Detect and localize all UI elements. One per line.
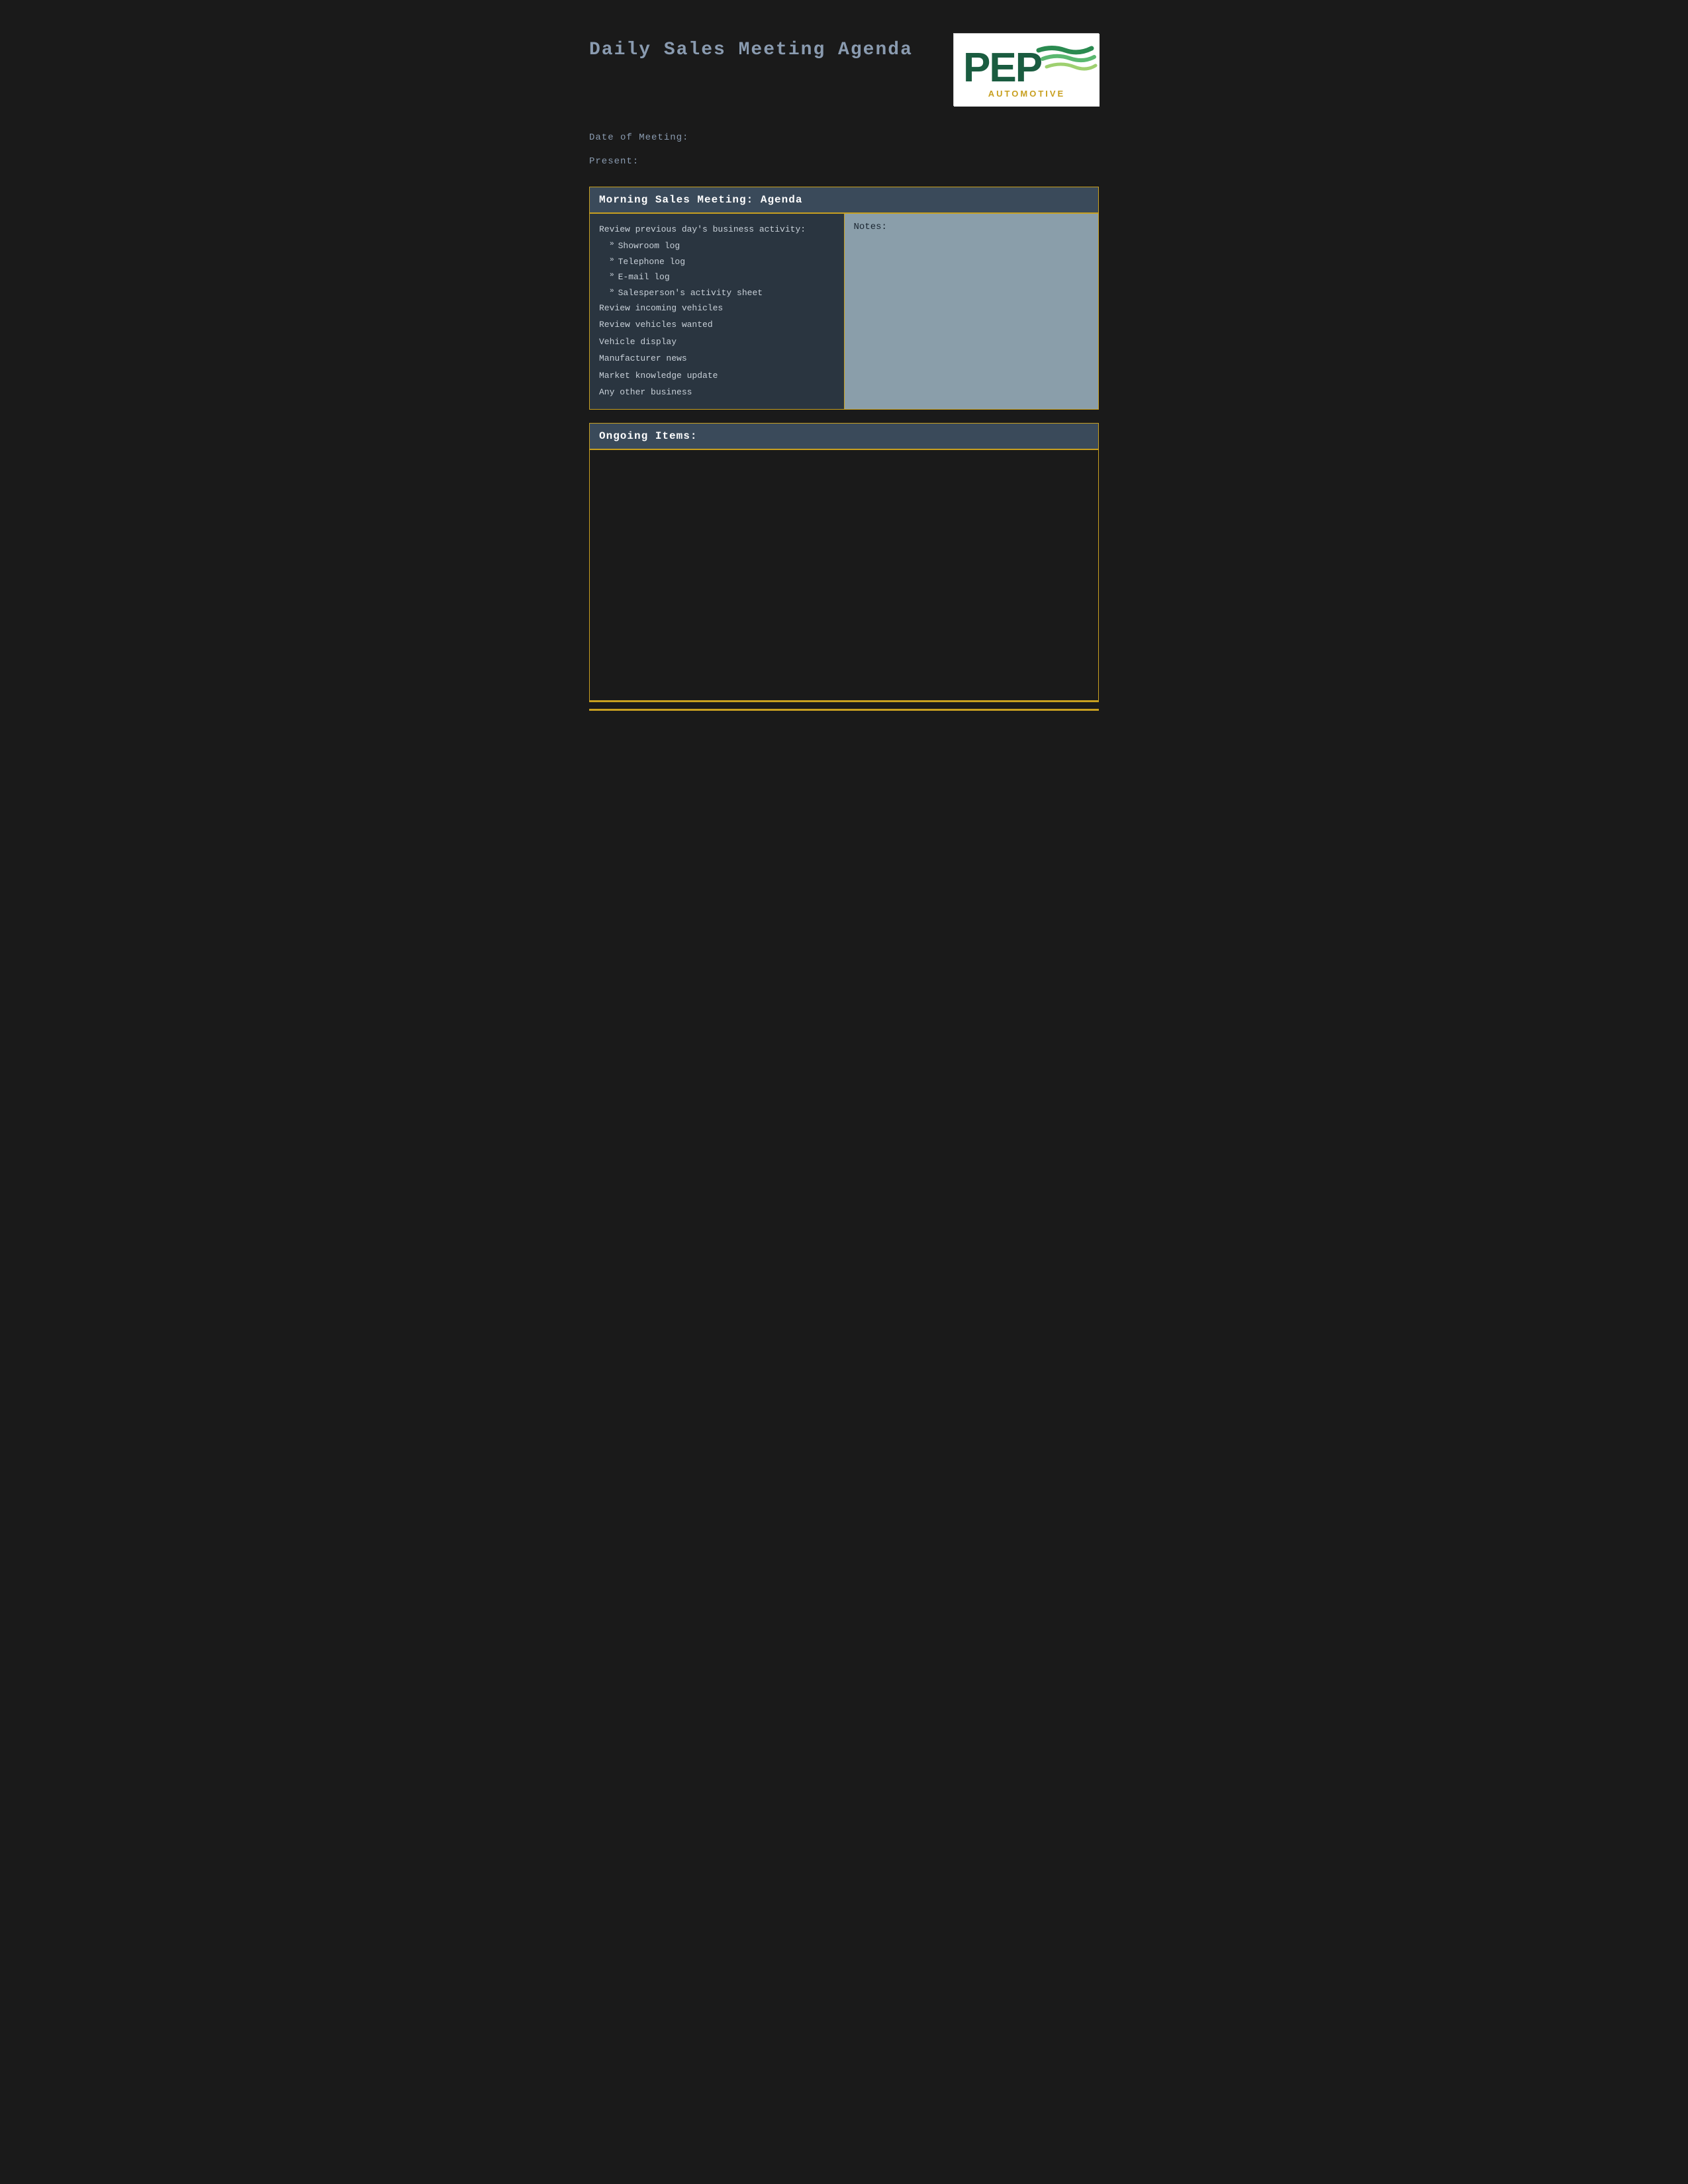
agenda-item-salesperson: » Salesperson's activity sheet	[599, 285, 835, 300]
agenda-item-telephone: » Telephone log	[599, 254, 835, 269]
present-label: Present:	[589, 156, 1099, 167]
agenda-item-salesperson-text: Salesperson's activity sheet	[618, 285, 763, 300]
ongoing-section-header: Ongoing Items:	[590, 424, 1098, 450]
agenda-item-email-text: E-mail log	[618, 269, 670, 285]
agenda-item-other: Any other business	[599, 385, 835, 400]
agenda-item-showroom-text: Showroom log	[618, 238, 680, 253]
meta-section: Date of Meeting: Present:	[589, 132, 1099, 167]
svg-text:PEP: PEP	[963, 45, 1042, 91]
agenda-item-showroom: » Showroom log	[599, 238, 835, 253]
agenda-item-telephone-text: Telephone log	[618, 254, 685, 269]
agenda-item-manufacturer: Manufacturer news	[599, 351, 835, 366]
bullet-icon: »	[610, 285, 614, 298]
meeting-body: Review previous day's business activity:…	[590, 214, 1098, 409]
page: Daily Sales Meeting Agenda PEP AUTOMOTIV…	[589, 20, 1099, 724]
ongoing-section: Ongoing Items:	[589, 423, 1099, 702]
bullet-icon: »	[610, 238, 614, 251]
page-title: Daily Sales Meeting Agenda	[589, 40, 913, 60]
logo: PEP AUTOMOTIVE	[953, 33, 1099, 106]
bullet-icon: »	[610, 269, 614, 283]
morning-section-header: Morning Sales Meeting: Agenda	[590, 187, 1098, 214]
agenda-item-email: » E-mail log	[599, 269, 835, 285]
agenda-item-market: Market knowledge update	[599, 368, 835, 383]
bottom-gold-line	[589, 709, 1099, 711]
agenda-column: Review previous day's business activity:…	[590, 214, 845, 409]
agenda-item-incoming: Review incoming vehicles	[599, 300, 835, 316]
svg-text:AUTOMOTIVE: AUTOMOTIVE	[988, 89, 1065, 99]
notes-label: Notes:	[854, 222, 887, 232]
agenda-item-wanted: Review vehicles wanted	[599, 317, 835, 332]
date-label: Date of Meeting:	[589, 132, 1099, 143]
notes-column: Notes:	[845, 214, 1099, 409]
header: Daily Sales Meeting Agenda PEP AUTOMOTIV…	[589, 33, 1099, 106]
title-area: Daily Sales Meeting Agenda	[589, 33, 913, 60]
ongoing-body	[590, 450, 1098, 702]
bullet-icon: »	[610, 254, 614, 267]
agenda-item-review-previous: Review previous day's business activity:	[599, 222, 835, 237]
agenda-item-vehicle-display: Vehicle display	[599, 334, 835, 349]
morning-meeting-section: Morning Sales Meeting: Agenda Review pre…	[589, 187, 1099, 410]
